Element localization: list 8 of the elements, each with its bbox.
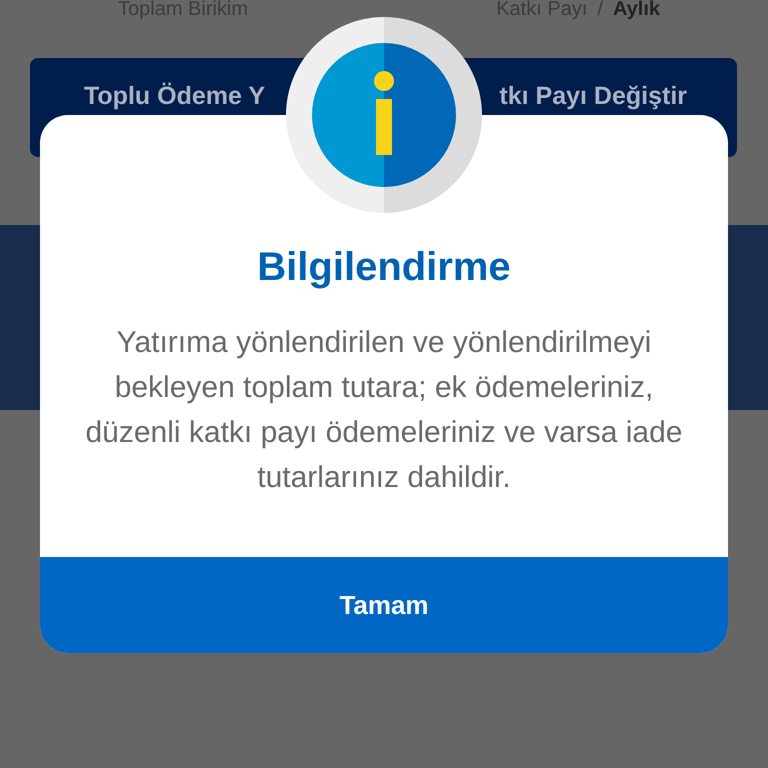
dialog-message: Yatırıma yönlendirilen ve yönlendirilmeyi bekleyen toplam tutara; ek ödemeleriniz, düzenli katkı payı ödemeleriniz ve varsa iade tutarlarınız dahildir. [84, 325, 684, 496]
change-contribution-button[interactable]: tkı Payı Değiştir [499, 58, 737, 110]
period-separator: / [597, 0, 603, 18]
bulk-payment-button[interactable]: Toplu Ödeme Y [30, 58, 266, 110]
period-value: Aylık [612, 0, 660, 18]
dialog-title: Bilgilendirme [257, 244, 511, 291]
info-icon [286, 17, 482, 213]
ok-button[interactable]: Tamam [40, 557, 728, 653]
